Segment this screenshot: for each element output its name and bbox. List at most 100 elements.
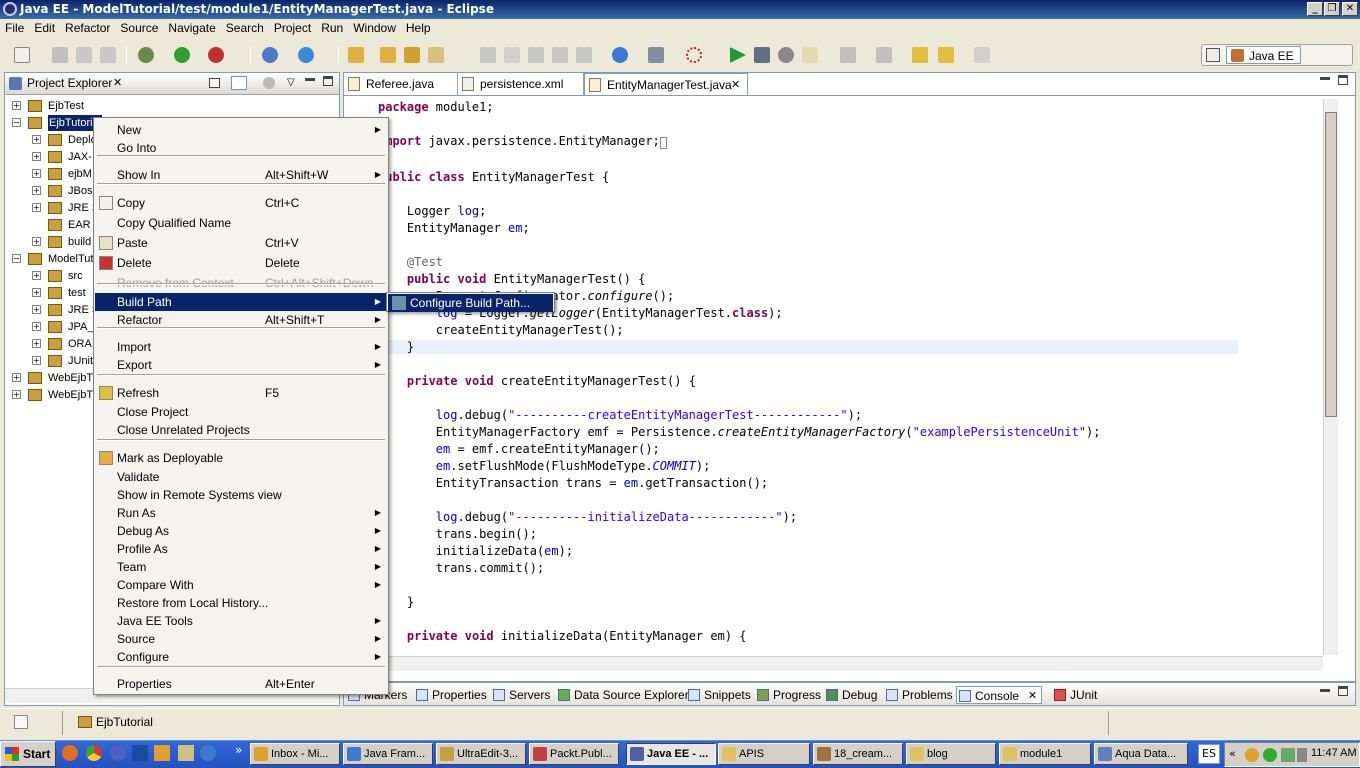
tree-item-label[interactable]: EAR xyxy=(68,217,91,233)
tree-item-label[interactable]: JPA_ xyxy=(68,319,93,335)
menu-file[interactable]: File xyxy=(0,19,29,38)
tree-toggle[interactable]: + xyxy=(32,186,41,195)
taskbar-button[interactable]: Java Fram... xyxy=(343,743,433,765)
menu-item-show-in-remote-systems-view[interactable]: Show in Remote Systems view xyxy=(95,486,387,504)
menu-item-profile-as[interactable]: Profile As ▶ xyxy=(95,540,387,558)
taskbar-button[interactable]: Aqua Data... xyxy=(1094,743,1188,765)
toggle-mark-icon[interactable] xyxy=(480,47,496,63)
notes-icon[interactable] xyxy=(178,745,194,761)
menu-item-copy-qualified-name[interactable]: Copy Qualified Name xyxy=(95,214,387,232)
menu-item-java-ee-tools[interactable]: Java EE Tools ▶ xyxy=(95,612,387,630)
tree-toggle[interactable]: + xyxy=(32,152,41,161)
close-console-icon[interactable]: ✕ xyxy=(1028,687,1037,705)
menu-item-build-path[interactable]: Build Path ▶ xyxy=(95,293,387,311)
minimize-view-icon[interactable] xyxy=(305,78,315,81)
menu-refactor[interactable]: Refactor xyxy=(60,19,115,38)
menu-item-source[interactable]: Source ▶ xyxy=(95,630,387,648)
collapse-all-icon[interactable] xyxy=(209,78,220,88)
tree-item-label[interactable]: WebEjbT xyxy=(48,370,93,386)
open-resource-icon[interactable] xyxy=(404,47,420,63)
tab-problems[interactable]: Problems xyxy=(884,686,953,704)
browser-quick-icon[interactable] xyxy=(200,745,216,761)
tree-toggle[interactable]: + xyxy=(12,390,21,399)
tree-toggle[interactable]: + xyxy=(32,339,41,348)
open-task-icon[interactable] xyxy=(380,47,396,63)
refresh-cycle-icon[interactable] xyxy=(686,47,702,63)
menu-help[interactable]: Help xyxy=(401,19,436,38)
menu-source[interactable]: Source xyxy=(115,19,163,38)
tree-toggle[interactable]: + xyxy=(32,356,41,365)
monitor-icon[interactable] xyxy=(648,47,664,63)
settings-gear-icon[interactable] xyxy=(754,47,770,63)
taskbar-button[interactable]: Java EE - ... xyxy=(626,743,716,765)
tree-item-label[interactable]: test xyxy=(68,285,86,301)
annotation-prev-icon[interactable] xyxy=(876,47,892,63)
tree-item-label[interactable]: ORA xyxy=(68,336,92,352)
menu-item-mark-as-deployable[interactable]: Mark as Deployable xyxy=(95,449,387,467)
tab-persistence-xml[interactable]: persistence.xml xyxy=(458,73,584,95)
maximize-panel-icon[interactable] xyxy=(1338,686,1348,696)
taskbar-button[interactable]: Inbox - Mi... xyxy=(250,743,340,765)
menu-item-show-in[interactable]: Show In Alt+Shift+W ▶ xyxy=(95,166,387,184)
tree-toggle[interactable]: + xyxy=(32,169,41,178)
external-tools-icon[interactable] xyxy=(208,47,224,63)
menu-item-configure-build-path[interactable]: Configure Build Path... xyxy=(388,294,553,312)
save-disk-icon[interactable] xyxy=(132,745,148,761)
perspective-java-ee[interactable]: Java EE xyxy=(1226,46,1301,64)
minimize-editor-icon[interactable] xyxy=(1320,77,1330,80)
tree-toggle[interactable]: − xyxy=(12,118,21,127)
tray-expand-icon[interactable]: « xyxy=(1229,747,1236,760)
taskbar-button[interactable]: blog xyxy=(906,743,996,765)
tab-properties[interactable]: Properties xyxy=(414,686,487,704)
tab-referee-java[interactable]: Referee.java xyxy=(344,73,458,95)
start-button[interactable]: Start xyxy=(0,741,56,767)
quicklaunch-app-icon[interactable] xyxy=(110,745,126,761)
tab-debug[interactable]: Debug xyxy=(824,686,877,704)
menu-item-copy[interactable]: Copy Ctrl+C xyxy=(95,194,387,212)
pin-icon[interactable] xyxy=(576,47,592,63)
maximize-button[interactable]: ❐ xyxy=(1324,2,1340,16)
hand-icon[interactable] xyxy=(802,47,818,63)
maximize-editor-icon[interactable] xyxy=(1338,75,1348,85)
menu-item-compare-with[interactable]: Compare With ▶ xyxy=(95,576,387,594)
open-perspective-icon[interactable] xyxy=(1206,48,1220,62)
menu-item-new[interactable]: New ▶ xyxy=(95,121,387,139)
tab-servers[interactable]: Servers xyxy=(491,686,550,704)
menu-run[interactable]: Run xyxy=(316,19,348,38)
tree-item-label[interactable]: build xyxy=(68,234,91,250)
menu-item-restore-from-local-history[interactable]: Restore from Local History... xyxy=(95,594,387,612)
tab-console[interactable]: Console ✕ xyxy=(956,686,1043,705)
menu-item-run-as[interactable]: Run As ▶ xyxy=(95,504,387,522)
menu-edit[interactable]: Edit xyxy=(29,19,60,38)
print-icon[interactable] xyxy=(100,47,116,63)
close-tab-icon[interactable]: ✕ xyxy=(731,74,740,96)
menu-item-close-project[interactable]: Close Project xyxy=(95,403,387,421)
menu-item-paste[interactable]: Paste Ctrl+V xyxy=(95,234,387,252)
search-tool-icon[interactable] xyxy=(428,47,444,63)
new-web-service-icon[interactable] xyxy=(298,47,314,63)
forward-icon[interactable] xyxy=(974,47,990,63)
tree-item-label[interactable]: ejbM xyxy=(68,166,92,182)
tray-app-icon[interactable] xyxy=(1281,748,1295,762)
tree-item-label[interactable]: src xyxy=(68,268,83,284)
tree-toggle[interactable]: + xyxy=(32,322,41,331)
tree-toggle[interactable]: − xyxy=(12,254,21,263)
maximize-view-icon[interactable] xyxy=(323,76,333,86)
tree-item-label[interactable]: WebEjbT xyxy=(48,387,93,403)
tree-item-label[interactable]: ModelTut xyxy=(48,251,93,267)
menu-item-configure[interactable]: Configure ▶ xyxy=(95,648,387,666)
tree-toggle[interactable]: + xyxy=(32,203,41,212)
taskbar-button[interactable]: Packt.Publ... xyxy=(529,743,619,765)
run-icon[interactable] xyxy=(174,47,190,63)
block-selection-icon[interactable] xyxy=(528,47,544,63)
link-with-editor-icon[interactable] xyxy=(231,76,247,90)
tray-network-icon[interactable] xyxy=(1263,748,1277,762)
menu-item-close-unrelated-projects[interactable]: Close Unrelated Projects xyxy=(95,421,387,439)
menu-item-properties[interactable]: Properties Alt+Enter xyxy=(95,675,387,693)
tree-toggle[interactable]: + xyxy=(32,288,41,297)
tab-junit[interactable]: JUnit xyxy=(1052,686,1097,704)
menu-item-import[interactable]: Import ▶ xyxy=(95,338,387,356)
tab-data-source-explorer[interactable]: Data Source Explorer xyxy=(556,686,689,704)
tree-toggle[interactable]: + xyxy=(32,305,41,314)
tray-volume-icon[interactable] xyxy=(1297,748,1307,762)
